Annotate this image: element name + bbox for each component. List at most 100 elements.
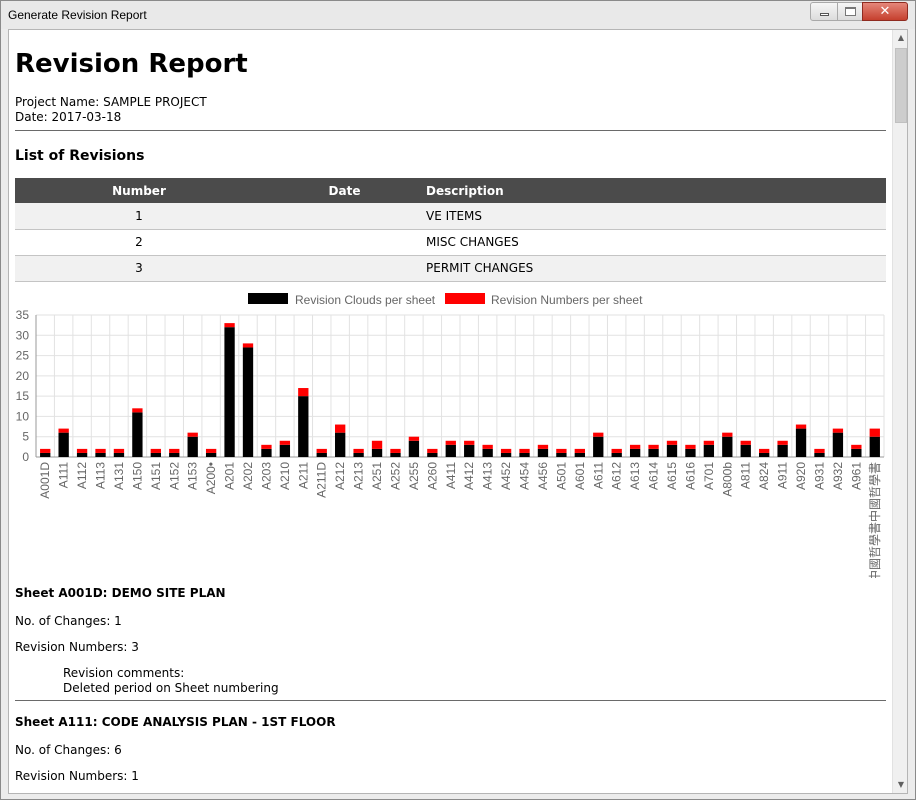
sheet-heading: Sheet A001D: DEMO SITE PLAN <box>15 586 226 600</box>
x-tick-label: A613 <box>628 462 642 490</box>
sheet-changes: No. of Changes: 1 <box>15 614 122 628</box>
revision-description: MISC CHANGES <box>426 229 886 256</box>
bar-revision-clouds <box>814 452 825 457</box>
y-tick-label: 35 <box>16 308 30 322</box>
scroll-thumb[interactable] <box>895 48 907 123</box>
bar-revision-numbers <box>703 440 715 445</box>
bar-revision-numbers <box>298 388 309 397</box>
revisions-heading: List of Revisions <box>15 148 145 164</box>
revision-description: PERMIT CHANGES <box>426 255 886 282</box>
bar-revision-clouds <box>464 444 475 457</box>
scroll-up-icon[interactable]: ▲ <box>893 30 907 46</box>
bar-revision-clouds <box>95 452 106 457</box>
y-tick-label: 20 <box>16 369 30 383</box>
bar-revision-numbers <box>593 432 604 437</box>
x-tick-label: A251 <box>370 462 384 490</box>
vertical-scrollbar[interactable]: ▲ ▼ <box>892 30 907 793</box>
bar-revision-clouds <box>390 452 401 457</box>
sheet-revision-numbers: Revision Numbers: 1 <box>15 769 139 783</box>
scroll-down-icon[interactable]: ▼ <box>893 777 907 793</box>
x-tick-label: A210 <box>278 462 292 490</box>
legend-label-numbers[interactable]: Revision Numbers per sheet <box>491 293 642 307</box>
title-bar[interactable]: Generate Revision Report ✕ <box>1 1 915 29</box>
bar-revision-numbers <box>58 428 69 433</box>
maximize-button[interactable] <box>837 2 863 21</box>
bar-revision-clouds <box>205 452 217 457</box>
divider <box>15 700 886 701</box>
bar-revision-clouds <box>40 452 51 457</box>
bar-revision-clouds <box>242 347 254 457</box>
table-row: 1 VE ITEMS <box>15 203 886 230</box>
divider <box>15 130 886 131</box>
bar-revision-numbers <box>40 448 51 453</box>
close-button[interactable]: ✕ <box>862 2 908 21</box>
bar-revision-clouds <box>795 428 807 457</box>
revisions-table: Number Date Description 1 VE ITEMS 2 MIS <box>15 178 886 282</box>
bar-revision-numbers <box>500 448 512 453</box>
bar-revision-numbers <box>408 436 420 441</box>
bar-revision-clouds <box>298 396 309 457</box>
x-tick-label: A202 <box>241 462 255 490</box>
bar-revision-clouds <box>500 452 512 457</box>
x-tick-label: A811 <box>739 462 753 489</box>
x-tick-label: A255 <box>407 462 421 490</box>
bar-revision-clouds <box>703 444 715 457</box>
x-tick-label: A212 <box>333 462 347 490</box>
bar-revision-clouds <box>851 448 862 457</box>
legend-swatch-numbers[interactable] <box>445 293 485 304</box>
bar-revision-numbers <box>556 448 567 453</box>
bar-revision-numbers <box>95 448 106 453</box>
x-tick-label: A932 <box>831 462 845 490</box>
page-title: Revision Report <box>15 49 248 79</box>
bar-revision-numbers <box>629 444 641 449</box>
x-tick-label: A413 <box>481 462 495 490</box>
bar-revision-clouds <box>113 452 125 457</box>
revision-description: VE ITEMS <box>426 203 886 230</box>
chart-legend: Revision Clouds per sheet Revision Numbe… <box>15 288 886 308</box>
bar-revision-numbers <box>611 448 622 453</box>
revision-date <box>263 203 426 230</box>
bar-revision-numbers <box>242 343 254 348</box>
y-tick-label: 25 <box>16 349 30 363</box>
x-tick-label: A616 <box>683 462 697 490</box>
x-tick-label: A615 <box>665 462 679 490</box>
bar-revision-clouds <box>445 444 456 457</box>
minimize-button[interactable] <box>810 2 838 21</box>
project-name: Project Name: SAMPLE PROJECT <box>15 95 207 109</box>
sheet-revision-numbers: Revision Numbers: 3 <box>15 640 139 654</box>
x-tick-label: A800b <box>720 462 734 497</box>
x-tick-label: A601 <box>573 462 587 490</box>
bar-revision-numbers <box>537 444 549 449</box>
revision-number: 2 <box>15 229 263 256</box>
revision-number: 1 <box>15 203 263 230</box>
bar-revision-clouds <box>261 448 272 457</box>
bar-revision-clouds <box>316 452 327 457</box>
x-tick-label: A260 <box>425 462 439 490</box>
bar-revision-numbers <box>261 444 272 449</box>
revisions-chart: 0 5 10 15 20 25 30 35 A001D A111 A112 A113 A131 A150 A… <box>16 308 885 578</box>
bar-revision-numbers <box>648 444 659 449</box>
maximize-icon <box>845 7 856 16</box>
x-tick-label: A824 <box>757 462 771 490</box>
x-tick-label: A201 <box>223 462 237 490</box>
bar-revision-clouds <box>537 448 549 457</box>
bar-revision-numbers <box>150 448 161 453</box>
column-header-date: Date <box>263 178 426 203</box>
report-window: Generate Revision Report ✕ Revision Repo… <box>0 0 916 800</box>
x-tick-label: A152 <box>167 462 181 490</box>
y-tick-label: 30 <box>16 328 30 342</box>
bar-revision-numbers <box>76 448 88 453</box>
x-tick-label: A111 <box>57 462 71 489</box>
x-tick-label: A612 <box>610 462 624 490</box>
x-tick-label: A150 <box>130 462 144 490</box>
revision-number: 3 <box>15 255 263 282</box>
bar-revision-clouds <box>759 452 770 457</box>
legend-label-clouds[interactable]: Revision Clouds per sheet <box>295 293 435 307</box>
table-row: 3 PERMIT CHANGES <box>15 255 886 282</box>
bar-revision-clouds <box>666 444 678 457</box>
bar-revision-clouds <box>869 436 880 457</box>
legend-swatch-clouds[interactable] <box>248 293 288 304</box>
x-tick-label: A456 <box>536 462 550 490</box>
table-row: 2 MISC CHANGES <box>15 229 886 256</box>
bar-revision-numbers <box>666 440 678 445</box>
